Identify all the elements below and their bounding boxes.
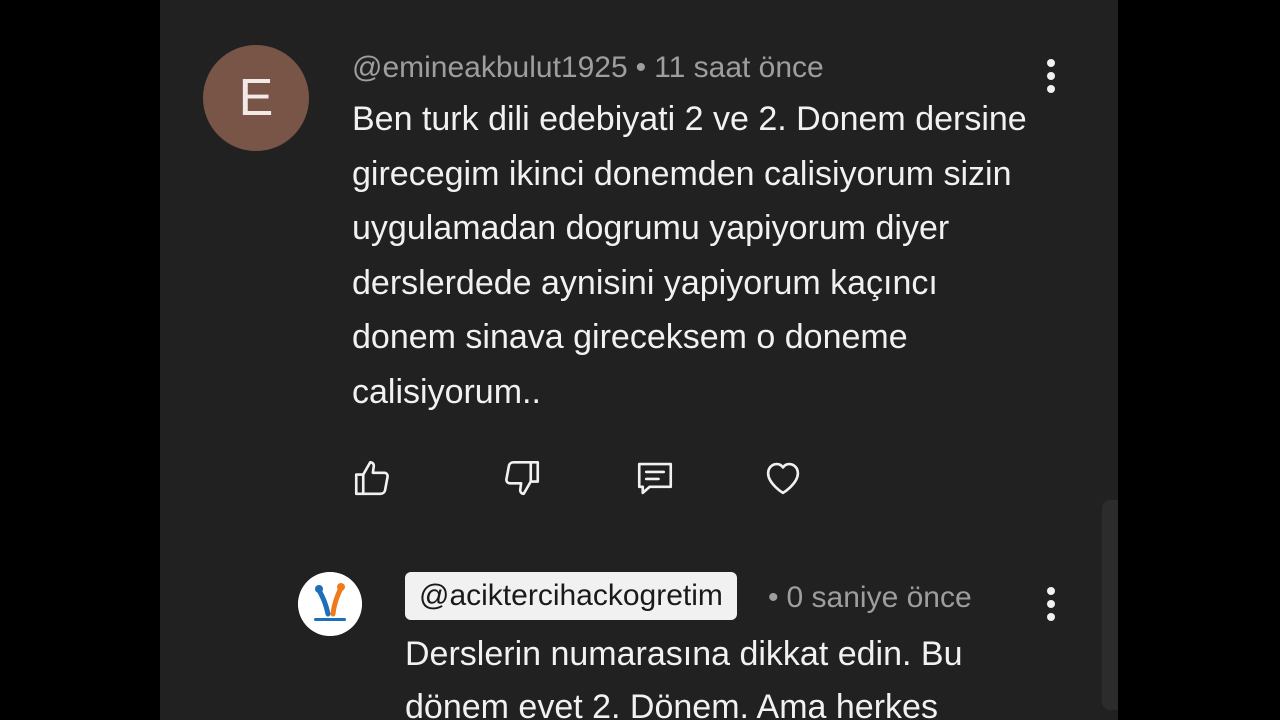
reply-meta: • 0 saniye önce bbox=[768, 580, 972, 616]
comment-text: Ben turk dili edebiyati 2 ve 2. Donem de… bbox=[352, 100, 1037, 411]
comment-author[interactable]: @emineakbulut1925 bbox=[352, 51, 628, 84]
more-options-icon[interactable] bbox=[1039, 56, 1063, 96]
reply-author: @aciktercihackogretim bbox=[419, 579, 723, 612]
avatar[interactable]: E bbox=[203, 45, 309, 151]
reply-separator: • bbox=[768, 581, 779, 614]
comment-meta: @emineakbulut1925 • 11 saat önce bbox=[352, 50, 824, 86]
meta-separator: • bbox=[635, 51, 647, 84]
channel-logo-icon bbox=[298, 572, 362, 636]
reply-time: 0 saniye önce bbox=[786, 581, 972, 614]
comment-time: 11 saat önce bbox=[654, 51, 824, 84]
reply-avatar[interactable] bbox=[298, 572, 362, 636]
like-button[interactable] bbox=[350, 456, 394, 500]
avatar-letter: E bbox=[238, 69, 274, 127]
reply-text: Derslerin numarasına dikkat edin. Bu dön… bbox=[405, 635, 972, 720]
thumbs-down-icon bbox=[505, 460, 540, 496]
screen: E @emineakbulut1925 • 11 saat önce Ben tur… bbox=[0, 0, 1280, 720]
reply-author-chip[interactable]: @aciktercihackogretim bbox=[405, 572, 737, 620]
reply-button[interactable] bbox=[633, 456, 677, 500]
thumbs-up-icon bbox=[354, 460, 389, 496]
heart-icon bbox=[766, 462, 800, 495]
scrollbar[interactable] bbox=[1102, 500, 1118, 710]
dislike-button[interactable] bbox=[500, 456, 544, 500]
reply-more-options-icon[interactable] bbox=[1039, 584, 1063, 624]
heart-button[interactable] bbox=[761, 456, 805, 500]
reply-comment-icon bbox=[637, 462, 673, 495]
